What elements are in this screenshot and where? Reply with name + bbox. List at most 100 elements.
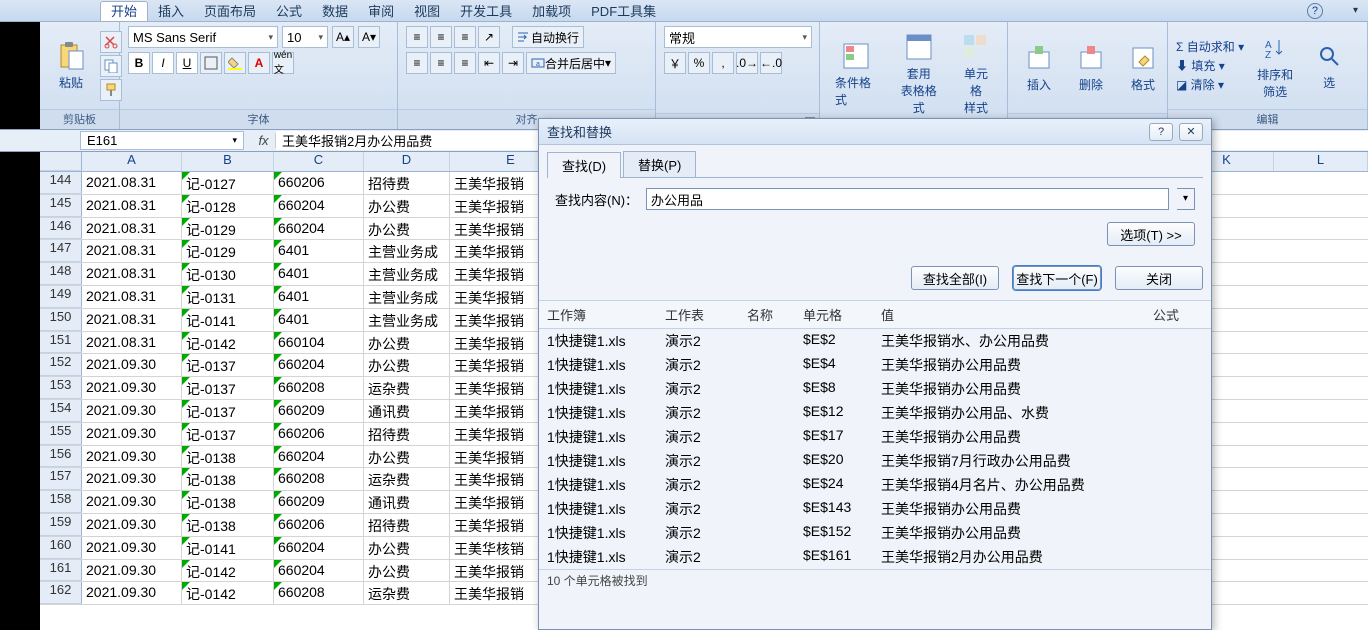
find-history-dropdown[interactable]: ▾ [1177,188,1195,210]
cell[interactable]: 记-0137 [182,354,274,376]
cell[interactable]: 660204 [274,560,364,582]
cell[interactable]: 招待费 [364,423,450,445]
sort-filter-button[interactable]: AZ排序和 筛选 [1250,27,1300,105]
cell[interactable]: 660204 [274,218,364,240]
copy-button[interactable] [100,55,122,77]
cell[interactable]: 660204 [274,354,364,376]
find-all-button[interactable]: 查找全部(I) [911,266,999,290]
cell[interactable]: 招待费 [364,514,450,536]
cell[interactable]: 2021.08.31 [82,309,182,331]
cell[interactable]: 记-0131 [182,286,274,308]
cell[interactable]: 通讯费 [364,491,450,513]
col-workbook[interactable]: 工作簿 [547,305,665,324]
conditional-formatting-button[interactable]: 条件格式 [828,35,885,113]
row-header[interactable]: 146 [40,218,82,240]
insert-cells-button[interactable]: 插入 [1016,37,1062,98]
cell[interactable]: 办公费 [364,218,450,240]
cell[interactable]: 记-0142 [182,332,274,354]
cell[interactable]: 办公费 [364,354,450,376]
cell[interactable]: 记-0127 [182,172,274,194]
menu-tab-6[interactable]: 视图 [404,2,450,21]
cell[interactable]: 6401 [274,240,364,262]
row-header[interactable]: 161 [40,560,82,582]
menu-tab-5[interactable]: 审阅 [358,2,404,21]
col-header-D[interactable]: D [364,152,450,171]
cell[interactable]: 记-0141 [182,537,274,559]
tab-find[interactable]: 查找(D) [547,152,621,178]
number-format-combo[interactable]: 常规▾ [664,26,812,48]
result-row[interactable]: 1快捷键1.xls演示2$E$152王美华报销办公用品费 [539,521,1211,545]
col-formula[interactable]: 公式 [1153,305,1203,324]
row-header[interactable]: 157 [40,468,82,490]
menu-tab-2[interactable]: 页面布局 [194,2,266,21]
find-next-button[interactable]: 查找下一个(F) [1013,266,1101,290]
results-list[interactable]: 1快捷键1.xls演示2$E$2王美华报销水、办公用品费1快捷键1.xls演示2… [539,329,1211,569]
cell[interactable]: 2021.08.31 [82,172,182,194]
decrease-decimal-button[interactable]: ←.0 [760,52,782,74]
format-painter-button[interactable] [100,79,122,101]
cell[interactable]: 通讯费 [364,400,450,422]
delete-cells-button[interactable]: 删除 [1068,37,1114,98]
result-row[interactable]: 1快捷键1.xls演示2$E$143王美华报销办公用品费 [539,497,1211,521]
format-as-table-button[interactable]: 套用 表格格式 [891,26,948,121]
cell[interactable]: 记-0129 [182,218,274,240]
cell[interactable]: 6401 [274,286,364,308]
result-row[interactable]: 1快捷键1.xls演示2$E$24王美华报销4月名片、办公用品费 [539,473,1211,497]
cell[interactable]: 660206 [274,423,364,445]
underline-button[interactable]: U [176,52,198,74]
row-header[interactable]: 151 [40,332,82,354]
find-input[interactable] [646,188,1169,210]
cut-button[interactable] [100,31,122,53]
row-header[interactable]: 160 [40,537,82,559]
row-header[interactable]: 162 [40,582,82,604]
col-cell[interactable]: 单元格 [803,305,881,324]
menu-tab-0[interactable]: 开始 [100,1,148,21]
result-row[interactable]: 1快捷键1.xls演示2$E$12王美华报销办公用品、水费 [539,401,1211,425]
row-header[interactable]: 159 [40,514,82,536]
cell[interactable]: 记-0142 [182,560,274,582]
minimize-ribbon-icon[interactable]: ▾ [1353,5,1358,16]
cell[interactable]: 运杂费 [364,468,450,490]
close-dialog-button[interactable]: 关闭 [1115,266,1203,290]
menu-tab-3[interactable]: 公式 [266,2,312,21]
cell[interactable]: 660208 [274,468,364,490]
cell[interactable]: 记-0138 [182,514,274,536]
cell[interactable]: 主营业务成 [364,240,450,262]
fill-button[interactable]: ⬇ 填充 ▾ [1176,57,1244,74]
col-value[interactable]: 值 [881,305,1153,324]
cell[interactable]: 2021.08.31 [82,332,182,354]
result-row[interactable]: 1快捷键1.xls演示2$E$161王美华报销2月办公用品费 [539,545,1211,569]
row-header[interactable]: 158 [40,491,82,513]
cell[interactable]: 2021.09.30 [82,468,182,490]
cell[interactable]: 记-0141 [182,309,274,331]
result-row[interactable]: 1快捷键1.xls演示2$E$8王美华报销办公用品费 [539,377,1211,401]
align-middle-button[interactable]: ≡ [430,26,452,48]
cell[interactable]: 2021.09.30 [82,423,182,445]
decrease-indent-button[interactable]: ⇤ [478,52,500,74]
result-row[interactable]: 1快捷键1.xls演示2$E$4王美华报销办公用品费 [539,353,1211,377]
row-header[interactable]: 147 [40,240,82,262]
autosum-button[interactable]: Σ 自动求和 ▾ [1176,38,1244,55]
cell[interactable]: 主营业务成 [364,286,450,308]
menu-tab-1[interactable]: 插入 [148,2,194,21]
cell[interactable]: 记-0128 [182,195,274,217]
col-header-B[interactable]: B [182,152,274,171]
merge-center-button[interactable]: a 合并后居中 ▾ [526,52,616,74]
cell[interactable]: 办公费 [364,446,450,468]
cell[interactable]: 2021.08.31 [82,218,182,240]
menu-tab-7[interactable]: 开发工具 [450,2,522,21]
cell[interactable]: 记-0138 [182,491,274,513]
increase-decimal-button[interactable]: .0→ [736,52,758,74]
cell[interactable]: 660104 [274,332,364,354]
cell[interactable]: 办公费 [364,195,450,217]
result-row[interactable]: 1快捷键1.xls演示2$E$2王美华报销水、办公用品费 [539,329,1211,353]
cell[interactable]: 办公费 [364,537,450,559]
col-header-L[interactable]: L [1274,152,1368,171]
fx-button[interactable]: fx [252,133,276,148]
italic-button[interactable]: I [152,52,174,74]
cell[interactable]: 主营业务成 [364,263,450,285]
align-center-button[interactable]: ≡ [430,52,452,74]
orientation-button[interactable]: ↗ [478,26,500,48]
cell[interactable]: 660208 [274,377,364,399]
dialog-close-button[interactable]: ✕ [1179,123,1203,141]
